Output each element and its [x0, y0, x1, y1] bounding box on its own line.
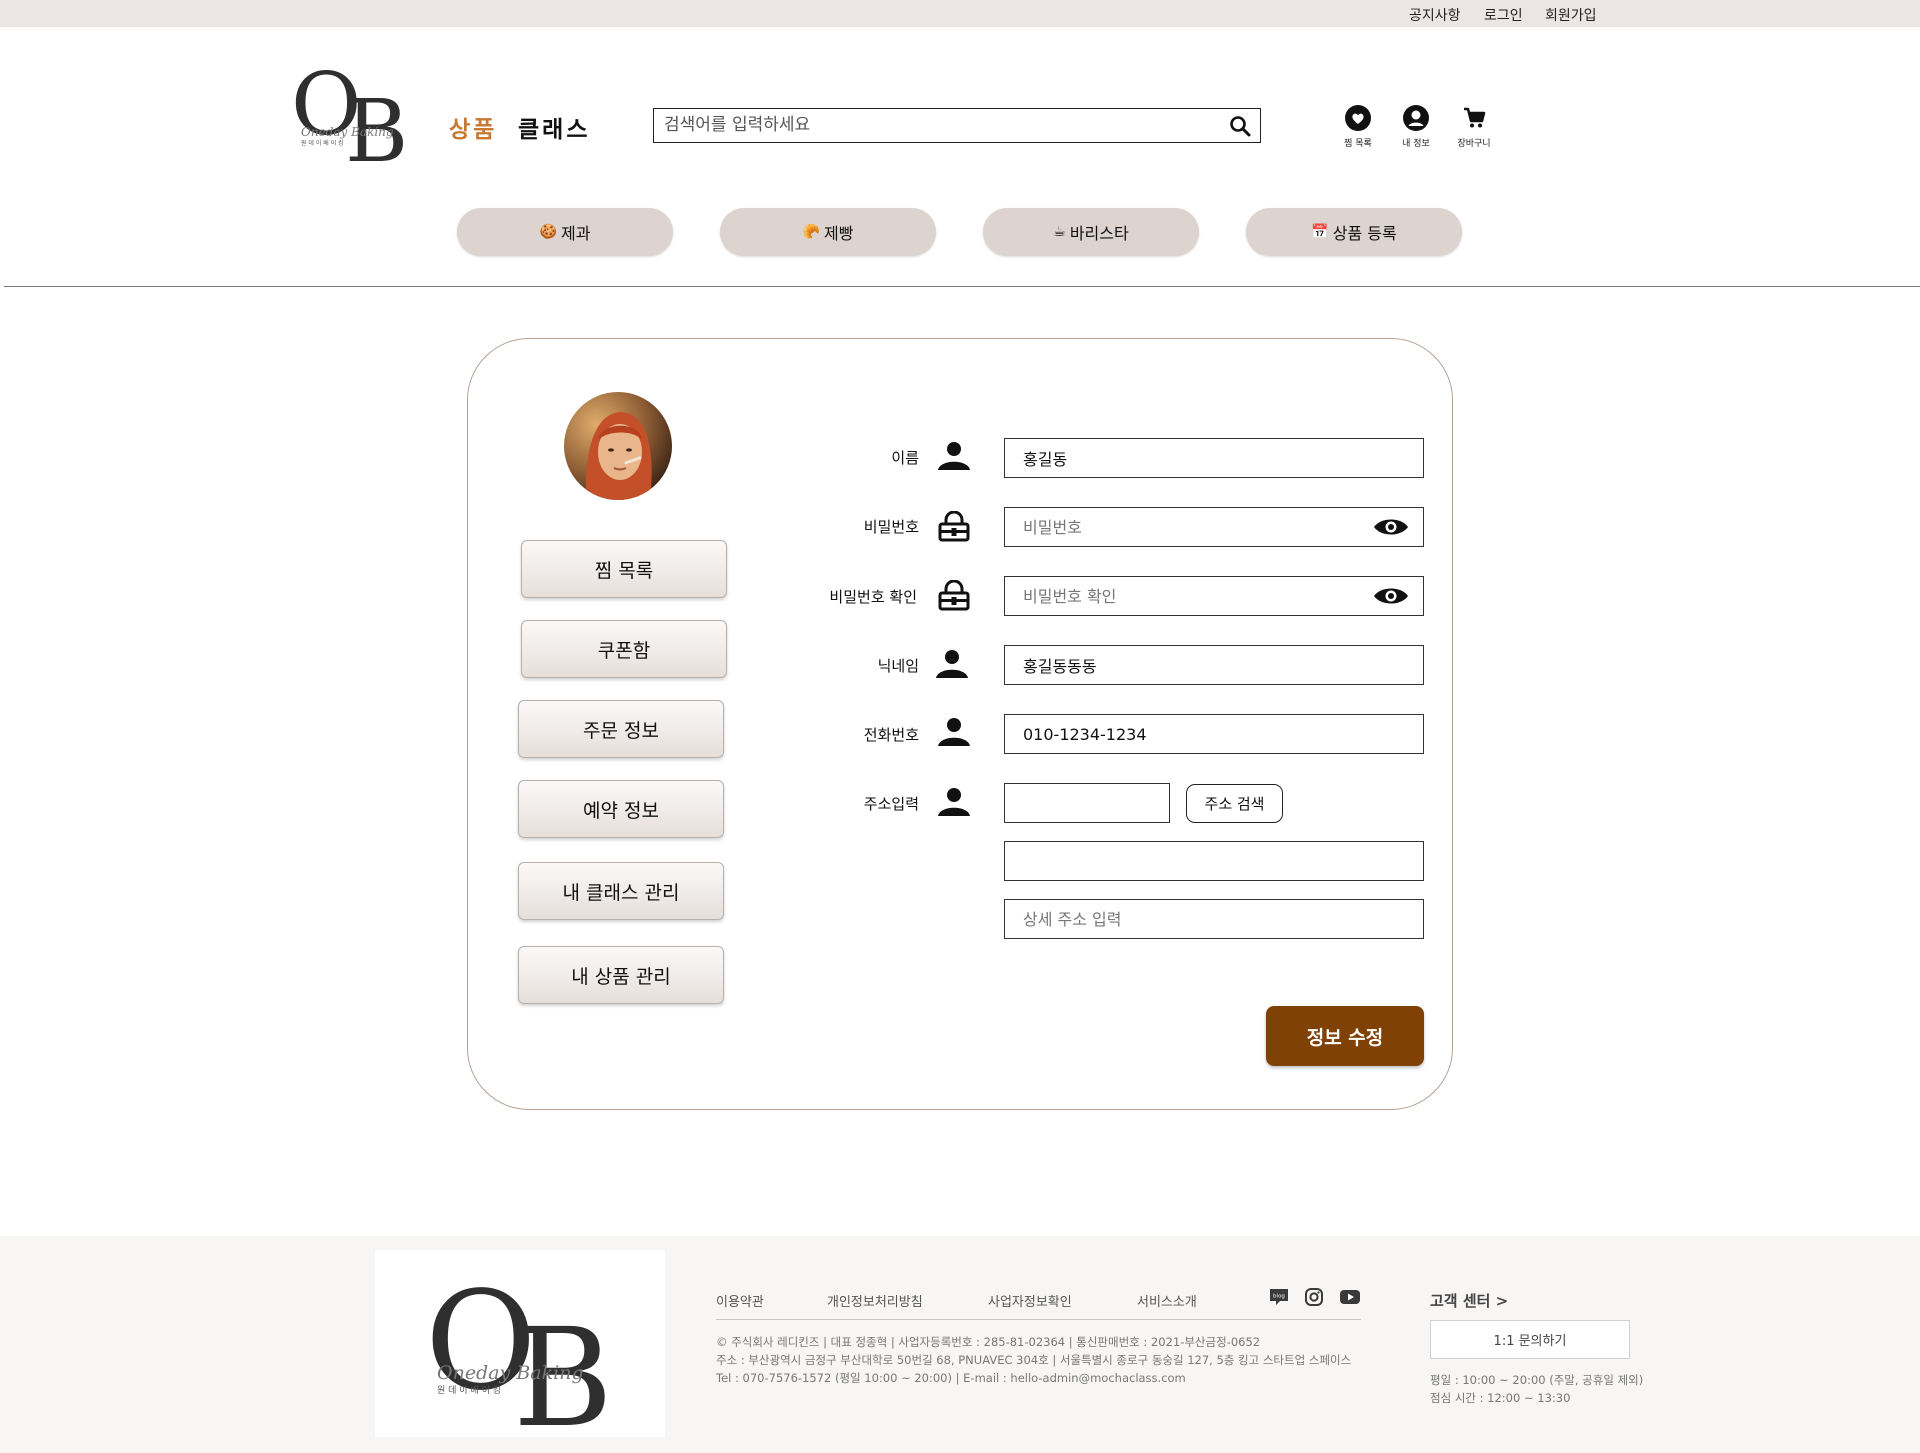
croissant-icon: 🥐 [802, 224, 820, 240]
detail-address-field [1004, 899, 1424, 939]
password-label: 비밀번호 [863, 518, 919, 536]
sidebar-my-class-button[interactable]: 내 클래스 관리 [518, 862, 724, 920]
update-info-button[interactable]: 정보 수정 [1266, 1006, 1424, 1066]
logo-korean: 원 데 이 베 이 킹 [301, 139, 344, 147]
cookie-icon: 🍪 [539, 224, 557, 240]
wishlist-shortcut[interactable]: 찜 목록 [1328, 104, 1388, 149]
inquiry-button[interactable]: 1:1 문의하기 [1430, 1320, 1630, 1359]
user-circle-icon [1386, 104, 1446, 132]
nickname-input[interactable] [1005, 646, 1423, 684]
footer-logo-script: Oneday Baking [437, 1362, 584, 1384]
user-icon [936, 786, 972, 818]
category-pastry[interactable]: 🍪 제과 [457, 208, 673, 256]
cart-label: 장바구니 [1457, 139, 1491, 149]
footer-logo-korean: 원 데 이 베 이 킹 [437, 1384, 501, 1396]
footer-contact-info: Tel : 070-7576-1572 (평일 10:00 ~ 20:00) |… [716, 1371, 1186, 1385]
footer-service-intro-link[interactable]: 서비스소개 [1137, 1291, 1197, 1310]
sidebar-my-product-button[interactable]: 내 상품 관리 [518, 946, 724, 1004]
footer-business-info-link[interactable]: 사업자정보확인 [988, 1291, 1072, 1310]
category-label: 상품 등록 [1332, 224, 1397, 243]
lock-icon [936, 579, 972, 612]
search-icon[interactable] [1228, 114, 1252, 138]
user-icon [936, 716, 972, 748]
signup-link[interactable]: 회원가입 [1545, 5, 1597, 25]
heart-icon [1328, 104, 1388, 132]
road-address-input[interactable] [1005, 842, 1423, 880]
coffee-icon: ☕ [1053, 224, 1066, 240]
password-input[interactable] [1005, 508, 1423, 546]
sidebar-reservation-info-button[interactable]: 예약 정보 [518, 780, 724, 838]
category-product-register[interactable]: 📅 상품 등록 [1246, 208, 1462, 256]
calendar-icon: 📅 [1311, 224, 1329, 240]
youtube-icon[interactable] [1339, 1286, 1361, 1308]
my-info-label: 내 정보 [1402, 139, 1430, 149]
search-bar [653, 108, 1261, 143]
footer-logo: O B Oneday Baking 원 데 이 베 이 킹 [375, 1250, 665, 1453]
logo-letter-b: B [345, 82, 408, 162]
category-label: 바리스타 [1069, 224, 1129, 243]
blog-icon[interactable]: blog [1268, 1286, 1290, 1308]
address-search-button[interactable]: 주소 검색 [1186, 784, 1283, 823]
zipcode-input[interactable] [1005, 784, 1169, 822]
blog-icon-text: blog [1273, 1294, 1285, 1300]
name-label: 이름 [891, 449, 919, 467]
footer-terms-link[interactable]: 이용약관 [716, 1291, 764, 1310]
eye-icon[interactable] [1373, 516, 1409, 538]
cart-icon [1444, 104, 1504, 132]
category-barista[interactable]: ☕ 바리스타 [983, 208, 1199, 256]
search-input[interactable] [654, 109, 1214, 141]
footer-divider [716, 1319, 1361, 1320]
sidebar-coupon-button[interactable]: 쿠폰함 [521, 620, 727, 678]
category-label: 제빵 [823, 224, 854, 243]
header-divider [4, 286, 1920, 287]
cs-lunch-hours: 점심 시간 : 12:00 ~ 13:30 [1430, 1391, 1571, 1405]
user-icon [936, 440, 972, 472]
nickname-field [1004, 645, 1424, 685]
address-label: 주소입력 [863, 795, 919, 813]
user-icon [934, 648, 970, 680]
nickname-label: 닉네임 [877, 657, 919, 675]
phone-field [1004, 714, 1424, 754]
notice-link[interactable]: 공지사항 [1409, 5, 1461, 25]
category-label: 제과 [560, 224, 591, 243]
footer-privacy-link[interactable]: 개인정보처리방침 [827, 1291, 923, 1310]
phone-label: 전화번호 [863, 726, 919, 744]
instagram-icon[interactable] [1303, 1286, 1325, 1308]
category-bread[interactable]: 🥐 제빵 [720, 208, 936, 256]
password-confirm-field [1004, 576, 1424, 616]
lock-icon [936, 510, 972, 543]
avatar [564, 392, 672, 500]
password-confirm-input[interactable] [1005, 577, 1423, 615]
nav-product[interactable]: 상품 [449, 110, 497, 144]
login-link[interactable]: 로그인 [1484, 5, 1523, 25]
footer-company-info: © 주식회사 레디킨즈 | 대표 정종혁 | 사업자등록번호 : 285-81-… [716, 1335, 1261, 1349]
nav-class[interactable]: 클래스 [518, 110, 590, 144]
password-field [1004, 507, 1424, 547]
site-logo[interactable]: O B Oneday Baking 원 데 이 베 이 킹 [291, 52, 413, 182]
road-address-field [1004, 841, 1424, 881]
footer-address-info: 주소 : 부산광역시 금정구 부산대학로 50번길 68, PNUAVEC 30… [716, 1353, 1352, 1367]
my-info-shortcut[interactable]: 내 정보 [1386, 104, 1446, 149]
sidebar-wishlist-button[interactable]: 찜 목록 [521, 540, 727, 598]
name-input[interactable] [1005, 439, 1423, 477]
name-field [1004, 438, 1424, 478]
cart-shortcut[interactable]: 장바구니 [1444, 104, 1504, 149]
cs-weekday-hours: 평일 : 10:00 ~ 20:00 (주말, 공휴일 제외) [1430, 1373, 1644, 1387]
top-utility-bar: 공지사항 로그인 회원가입 [0, 0, 1920, 27]
customer-center-link[interactable]: 고객 센터 > [1430, 1290, 1508, 1311]
logo-script: Oneday Baking [301, 125, 394, 139]
wishlist-label: 찜 목록 [1344, 139, 1372, 149]
zipcode-field [1004, 783, 1170, 823]
sidebar-order-info-button[interactable]: 주문 정보 [518, 700, 724, 758]
detail-address-input[interactable] [1005, 900, 1423, 938]
phone-input[interactable] [1005, 715, 1423, 753]
eye-icon[interactable] [1373, 585, 1409, 607]
password-confirm-label: 비밀번호 확인 [829, 588, 917, 606]
